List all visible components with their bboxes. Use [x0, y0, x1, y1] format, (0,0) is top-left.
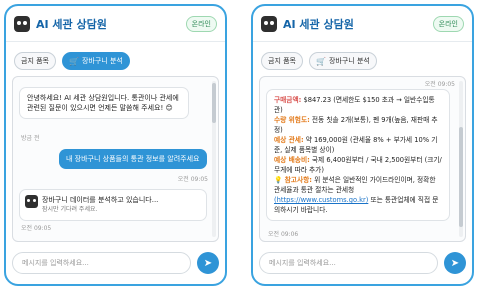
customs-link[interactable]: (https://www.customs.go.kr) — [274, 196, 368, 204]
message-input[interactable]: 메시지를 입력하세요... — [259, 252, 438, 274]
chip-cart-analysis[interactable]: 🛒 장바구니 분석 — [62, 52, 130, 70]
message-input[interactable]: 메시지를 입력하세요... — [12, 252, 191, 274]
message-time: 방금 전 — [21, 135, 40, 142]
cart-icon: 🛒 — [316, 56, 326, 66]
estimated-duty-line: 예상 관세: 약 169,000원 (관세율 8% + 부가세 10% 기준, … — [274, 136, 438, 154]
robot-icon — [25, 195, 38, 208]
send-button[interactable]: ➤ — [197, 252, 219, 274]
user-message: 내 장바구니 상품들의 통관 정보를 알려주세요 — [59, 149, 207, 169]
bot-subtext: 잠시만 기다려 주세요. — [42, 206, 98, 213]
chat-panel-left: AI 세관 상담원 온라인 금지 품목 🛒 장바구니 분석 안녕하세요! AI … — [4, 4, 227, 286]
note-line: 💡 참고사항: 위 분석은 일반적인 가이드라인이며, 정확한 관세율과 통관 … — [274, 176, 439, 214]
chip-prohibited-items[interactable]: 금지 품목 — [261, 52, 303, 70]
message-list[interactable]: 오전 09:05 구매금액: $847.23 (면세한도 $150 초과 → 일… — [259, 76, 466, 242]
header-title: AI 세관 상담원 — [283, 17, 354, 31]
chip-label: 장바구니 분석 — [328, 57, 370, 65]
status-badge: 온라인 — [185, 15, 217, 32]
robot-icon — [14, 15, 30, 32]
chip-cart-analysis[interactable]: 🛒 장바구니 분석 — [309, 52, 377, 70]
chat-panel-right: AI 세관 상담원 온라인 금지 품목 🛒 장바구니 분석 오전 09:05 구… — [251, 4, 474, 286]
send-button[interactable]: ➤ — [444, 252, 466, 274]
scrollbar[interactable] — [212, 81, 216, 237]
bot-bubble: 장바구니 데이터를 분석하고 있습니다... 잠시만 기다려 주세요. — [19, 189, 207, 221]
analysis-bubble: 구매금액: $847.23 (면세한도 $150 초과 → 일반수입통관) 수량… — [266, 89, 450, 221]
scrollbar[interactable] — [459, 81, 463, 237]
robot-icon — [261, 15, 277, 32]
quick-action-bar: 금지 품목 🛒 장바구니 분석 — [253, 50, 472, 72]
purchase-amount-line: 구매금액: $847.23 (면세한도 $150 초과 → 일반수입통관) — [274, 96, 435, 114]
send-icon: ➤ — [450, 257, 460, 269]
bot-text: 장바구니 데이터를 분석하고 있습니다... — [42, 196, 159, 204]
scroll-thumb[interactable] — [459, 127, 463, 227]
cart-icon: 🛒 — [69, 56, 79, 66]
bot-message: 안녕하세요! AI 세관 상담원입니다. 통관이나 관세에 관련된 질문이 있으… — [19, 87, 189, 119]
bot-message: 장바구니 데이터를 분석하고 있습니다... 잠시만 기다려 주세요. — [19, 189, 207, 221]
chat-header: AI 세관 상담원 온라인 — [6, 6, 225, 42]
chip-label: 장바구니 분석 — [81, 57, 123, 65]
message-list[interactable]: 안녕하세요! AI 세관 상담원입니다. 통관이나 관세에 관련된 질문이 있으… — [12, 76, 219, 242]
chip-prohibited-items[interactable]: 금지 품목 — [14, 52, 56, 70]
header-title: AI 세관 상담원 — [36, 17, 107, 31]
message-time: 오전 09:05 — [424, 81, 455, 88]
chat-header: AI 세관 상담원 온라인 — [253, 6, 472, 42]
message-time: 오전 09:05 — [177, 176, 208, 183]
composer: 메시지를 입력하세요... ➤ — [12, 250, 219, 276]
message-time: 오전 09:06 — [268, 231, 299, 238]
shipping-line: 예상 배송비: 국제 6,400원부터 / 국내 2,500원부터 (크기/무게… — [274, 156, 442, 174]
quick-action-bar: 금지 품목 🛒 장바구니 분석 — [6, 50, 225, 72]
user-bubble: 내 장바구니 상품들의 통관 정보를 알려주세요 — [59, 149, 207, 169]
composer: 메시지를 입력하세요... ➤ — [259, 250, 466, 276]
bot-message: 구매금액: $847.23 (면세한도 $150 초과 → 일반수입통관) 수량… — [266, 89, 450, 221]
scroll-thumb[interactable] — [212, 83, 216, 123]
bot-bubble: 안녕하세요! AI 세관 상담원입니다. 통관이나 관세에 관련된 질문이 있으… — [19, 87, 189, 119]
quantity-risk-line: 수량 위험도: 전동 칫솔 2개(보통), 펜 9개(높음, 재판매 추정) — [274, 116, 438, 134]
status-badge: 온라인 — [432, 15, 464, 32]
message-time: 오전 09:05 — [21, 225, 52, 232]
send-icon: ➤ — [203, 257, 213, 269]
